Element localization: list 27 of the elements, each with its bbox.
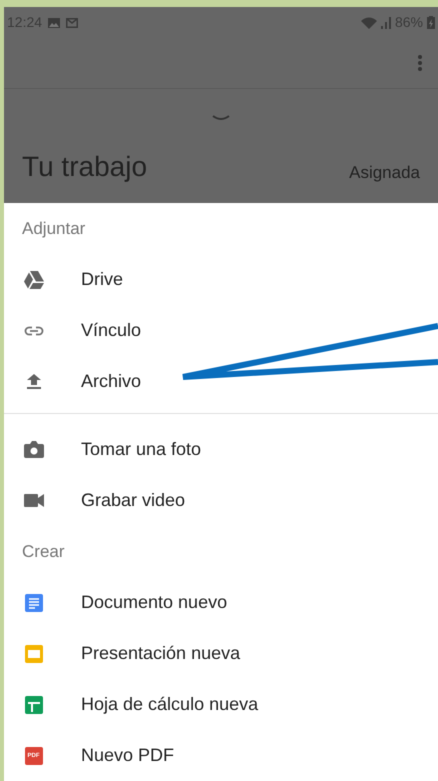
menu-item[interactable]: Drive [4,254,438,305]
section-header: Adjuntar [22,218,86,240]
menu-item[interactable]: Hoja de cálculo nueva [4,679,438,730]
battery-icon [427,16,435,30]
menu-item[interactable]: Grabar video [4,475,438,526]
document-icon [24,594,42,612]
menu-item[interactable]: Vínculo [4,305,438,356]
spreadsheet-icon [24,696,42,714]
menu-item[interactable]: Archivo [4,356,438,407]
slides-icon [24,644,42,662]
link-icon [24,326,44,336]
menu-item[interactable]: Tomar una foto [4,424,438,475]
mail-icon [66,18,78,28]
triangle-icon [24,270,44,288]
upload-icon [26,374,40,390]
wifi-icon [360,16,377,29]
menu-item[interactable]: Documento nuevo [4,577,438,628]
menu-item[interactable]: Presentación nueva [4,628,438,679]
more-options-icon[interactable] [418,55,422,72]
signal-icon [380,16,391,29]
section-header: Crear [22,540,65,563]
camera-icon [24,441,44,458]
assignment-status: Asignada [349,164,420,181]
page-title: Tu trabajo [22,153,148,181]
video-camera-icon [24,494,44,507]
image-icon [48,18,60,28]
chevron-down-icon[interactable] [212,115,230,121]
